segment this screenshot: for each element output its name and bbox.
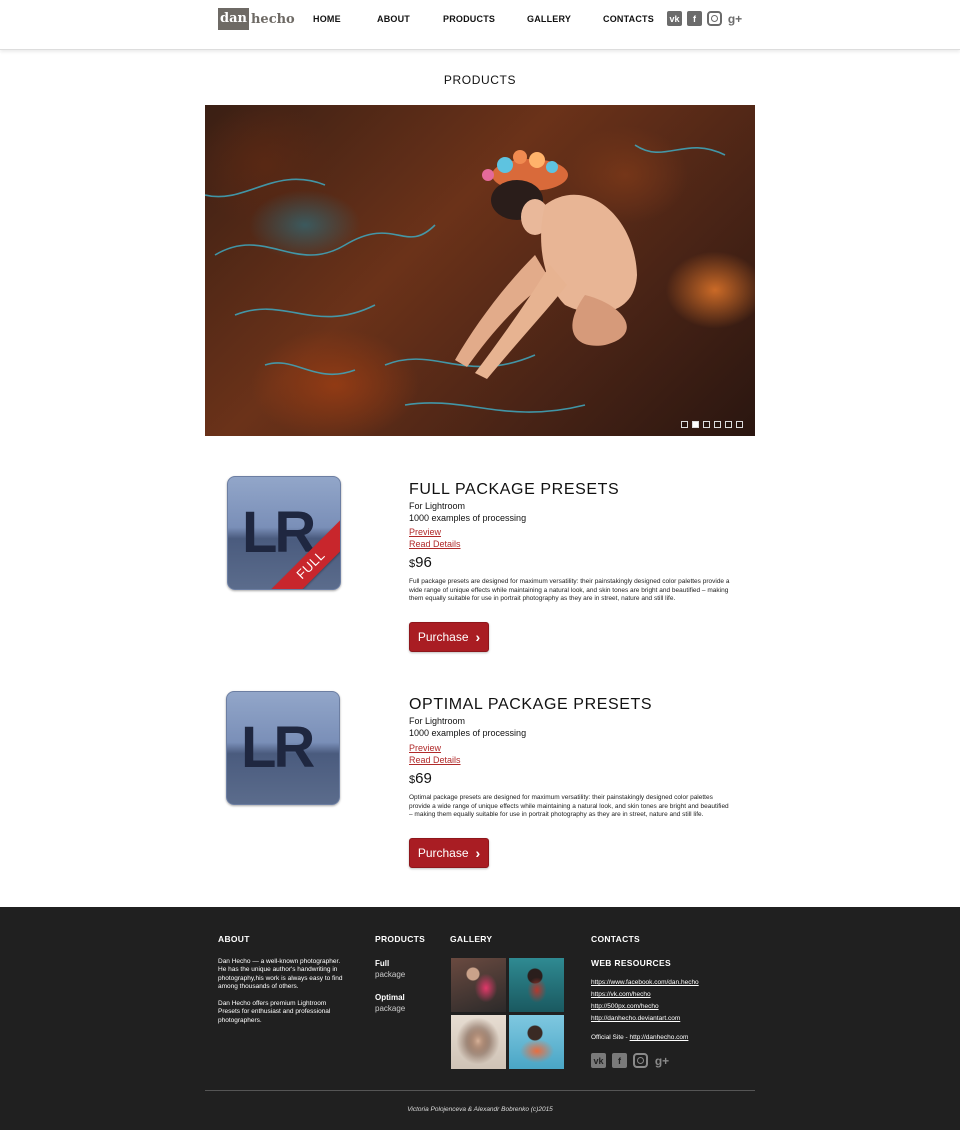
preview-link[interactable]: Preview [409, 743, 441, 753]
footer-contacts-heading: CONTACTS [591, 934, 640, 944]
price-value: 96 [415, 554, 432, 571]
footer-product-name: Full [375, 959, 390, 968]
footer-link-deviantart[interactable]: http://danhecho.deviantart.com [591, 1015, 680, 1022]
footer-product-full-link[interactable]: Full package [375, 958, 405, 980]
read-details-link[interactable]: Read Details [409, 539, 461, 549]
product-price: $69 [409, 770, 432, 787]
footer-link-vk[interactable]: https://vk.com/hecho [591, 991, 651, 998]
product-price: $96 [409, 554, 432, 571]
product-examples: 1000 examples of processing [409, 513, 527, 523]
footer-about-text-2: Dan Hecho offers premium Lightroom Prese… [218, 1000, 331, 1024]
product-examples: 1000 examples of processing [409, 728, 527, 738]
vk-icon[interactable]: vk [591, 1053, 606, 1068]
google-plus-icon[interactable]: g+ [727, 11, 743, 26]
instagram-icon[interactable] [633, 1053, 648, 1068]
gallery-thumbnail[interactable] [451, 1015, 506, 1069]
vk-icon[interactable]: vk [667, 11, 682, 26]
instagram-icon[interactable] [707, 11, 722, 26]
official-site-link[interactable]: http://danhecho.com [630, 1034, 689, 1041]
gallery-thumbnail[interactable] [509, 1015, 564, 1069]
google-plus-icon[interactable]: g+ [654, 1053, 670, 1068]
lightroom-optimal-icon: LR [226, 691, 340, 805]
footer-product-type: package [375, 1004, 406, 1013]
footer-product-optimal-link[interactable]: Optimal package [375, 992, 405, 1014]
footer-about-text: Dan Hecho — a well-known photographer. H… [218, 958, 343, 991]
footer-products-heading: PRODUCTS [375, 934, 426, 944]
footer-product-type: package [375, 970, 406, 979]
facebook-icon[interactable]: f [687, 11, 702, 26]
copyright-text: Victoria Polojenceva & Alexandr Bobrenko… [407, 1106, 553, 1113]
product-description: Full package presets are designed for ma… [409, 578, 730, 603]
nav-gallery[interactable]: GALLERY [527, 14, 571, 24]
site-logo[interactable]: dan hecho [218, 8, 295, 30]
footer-link-facebook[interactable]: https://www.facebook.com/dan.hecho [591, 979, 699, 986]
gallery-thumbnail[interactable] [509, 958, 564, 1012]
header-social-links: vk f g+ [667, 11, 743, 26]
product-description: Optimal package presets are designed for… [409, 794, 729, 819]
lr-icon-text: LR [241, 715, 315, 780]
footer-product-name: Optimal [375, 993, 405, 1002]
slider-dot[interactable] [725, 421, 732, 428]
footer-link-500px[interactable]: http://500px.com/hecho [591, 1003, 659, 1010]
hero-image [205, 144, 726, 413]
nav-home[interactable]: HOME [313, 14, 341, 24]
product-subtitle: For Lightroom [409, 501, 466, 511]
product-title: FULL PACKAGE PRESETS [409, 481, 620, 498]
nav-products[interactable]: PRODUCTS [443, 14, 495, 24]
slider-dot[interactable] [703, 421, 710, 428]
slider-dot[interactable] [681, 421, 688, 428]
facebook-icon[interactable]: f [612, 1053, 627, 1068]
footer-gallery-heading: GALLERY [450, 934, 493, 944]
purchase-label: Purchase [417, 630, 469, 644]
page-title: PRODUCTS [443, 73, 517, 87]
purchase-label: Purchase [417, 846, 469, 860]
slider-dots [681, 421, 743, 428]
gallery-thumbnail[interactable] [451, 958, 506, 1012]
read-details-link[interactable]: Read Details [409, 755, 461, 765]
slider-dot[interactable] [714, 421, 721, 428]
hero-slider[interactable] [205, 105, 755, 436]
footer-official-site: Official Site - http://danhecho.com [591, 1034, 688, 1041]
preview-link[interactable]: Preview [409, 527, 441, 537]
footer-about-heading: ABOUT [218, 934, 250, 944]
purchase-button[interactable]: Purchase › [409, 838, 489, 868]
lightroom-full-icon: LR FULL [227, 476, 341, 590]
chevron-right-icon: › [475, 629, 481, 645]
nav-contacts[interactable]: CONTACTS [603, 14, 654, 24]
official-site-label: Official Site - [591, 1034, 630, 1041]
logo-part-dan: dan [218, 8, 249, 30]
nav-about[interactable]: ABOUT [377, 14, 410, 24]
product-title: OPTIMAL PACKAGE PRESETS [409, 696, 653, 713]
slider-dot-active[interactable] [692, 421, 699, 428]
footer-social-links: vk f g+ [591, 1053, 670, 1068]
footer-divider [205, 1090, 755, 1091]
footer-web-resources-heading: WEB RESOURCES [591, 958, 671, 968]
site-header: dan hecho HOME ABOUT PRODUCTS GALLERY CO… [0, 0, 960, 50]
slider-dot[interactable] [736, 421, 743, 428]
chevron-right-icon: › [475, 845, 481, 861]
product-subtitle: For Lightroom [409, 716, 466, 726]
price-value: 69 [415, 770, 432, 787]
purchase-button[interactable]: Purchase › [409, 622, 489, 652]
logo-part-hecho: hecho [250, 11, 295, 27]
